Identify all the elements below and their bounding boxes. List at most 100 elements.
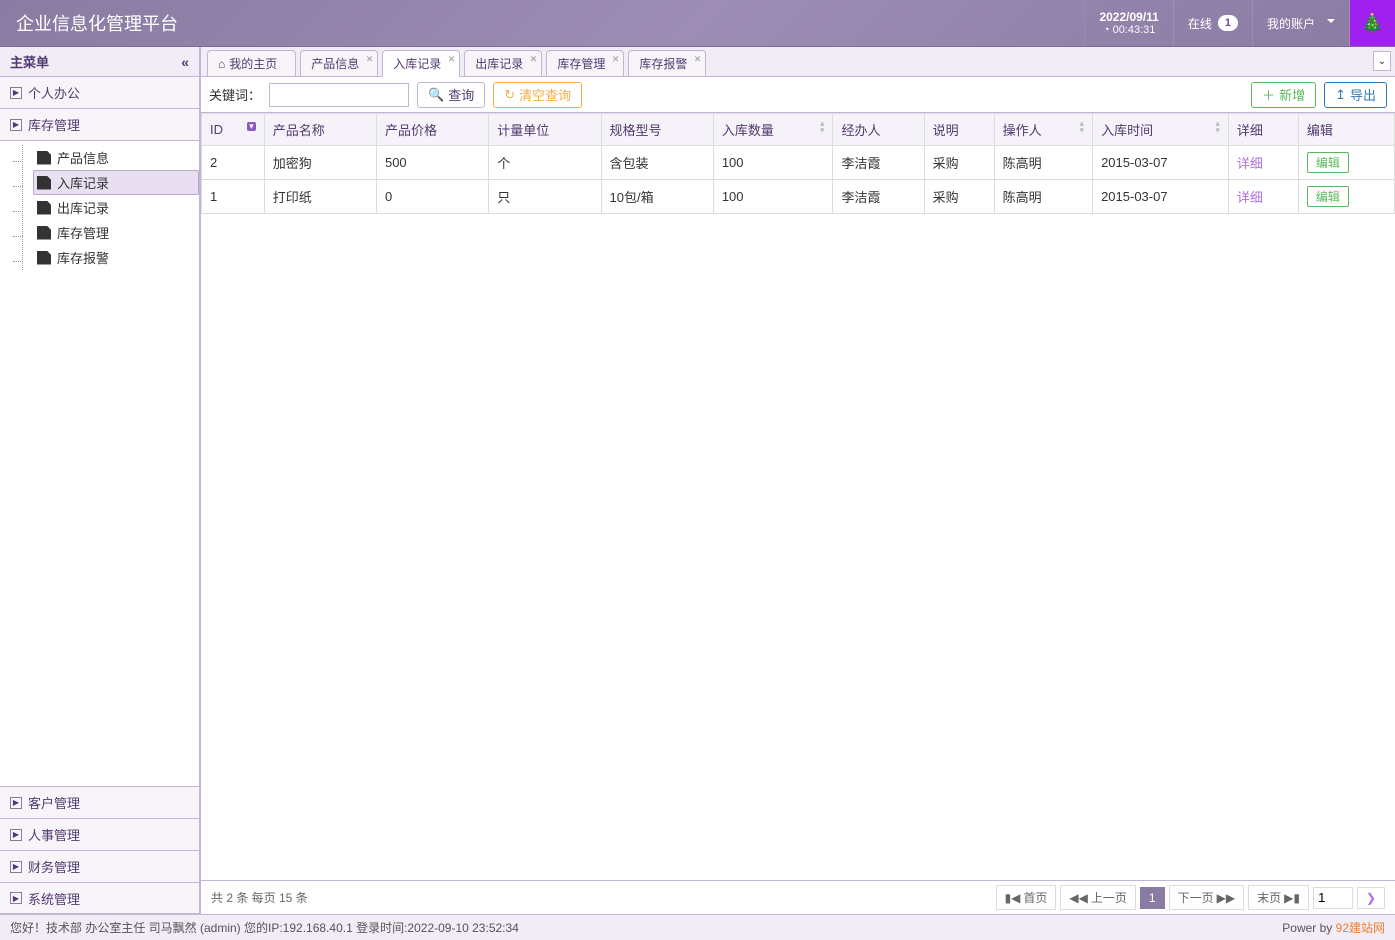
prev-icon: ◀◀	[1069, 891, 1087, 905]
main-area: 我的主页产品信息✕入库记录✕出库记录✕库存管理✕库存报警✕ ⌄ 关键词： 🔍查询…	[200, 47, 1395, 914]
tabs-bar: 我的主页产品信息✕入库记录✕出库记录✕库存管理✕库存报警✕ ⌄	[201, 47, 1395, 77]
collapse-icon[interactable]: «	[181, 54, 189, 70]
col-id[interactable]: ID▾	[202, 114, 265, 146]
col-handler: 经办人	[833, 114, 924, 146]
close-icon[interactable]: ✕	[530, 54, 538, 65]
online-cell[interactable]: 在线 1	[1173, 0, 1252, 46]
col-name: 产品名称	[264, 114, 376, 146]
col-spec: 规格型号	[601, 114, 713, 146]
file-icon	[37, 226, 51, 240]
export-button[interactable]: ↥导出	[1324, 82, 1387, 108]
go-icon: ❯	[1366, 891, 1376, 905]
sort-icon: ▴▾	[820, 120, 825, 134]
tabs-overflow-button[interactable]: ⌄	[1373, 51, 1391, 71]
table-row: 2加密狗500个含包装100李洁霞采购陈高明2015-03-07详细编辑	[202, 146, 1395, 180]
data-table: ID▾产品名称产品价格计量单位规格型号入库数量▴▾经办人说明操作人▴▾入库时间▴…	[201, 113, 1395, 214]
export-icon: ↥	[1335, 87, 1346, 103]
table-row: 1打印纸0只10包/箱100李洁霞采购陈高明2015-03-07详细编辑	[202, 180, 1395, 214]
pager-goto-input[interactable]	[1313, 887, 1353, 909]
caret-icon: ▶	[10, 861, 22, 873]
sidebar-item[interactable]: 库存管理	[33, 220, 199, 245]
detail-link[interactable]: 详细	[1237, 156, 1263, 171]
sidebar-tree: 产品信息入库记录出库记录库存管理库存报警	[0, 141, 199, 786]
edit-button[interactable]: 编辑	[1307, 152, 1349, 173]
add-button[interactable]: ＋新增	[1251, 82, 1316, 108]
col-note: 说明	[924, 114, 994, 146]
account-dropdown[interactable]: 我的账户	[1252, 0, 1349, 46]
col-price: 产品价格	[376, 114, 488, 146]
next-icon: ▶▶	[1217, 891, 1235, 905]
tree-icon: 🎄	[1361, 13, 1383, 34]
close-icon[interactable]: ✕	[366, 54, 374, 65]
refresh-icon: ↻	[504, 87, 515, 103]
table-wrap: ID▾产品名称产品价格计量单位规格型号入库数量▴▾经办人说明操作人▴▾入库时间▴…	[201, 113, 1395, 880]
caret-icon: ▶	[10, 829, 22, 841]
keyword-input[interactable]	[269, 83, 409, 107]
sidebar-group[interactable]: ▶个人办公	[0, 77, 199, 109]
first-icon: ▮◀	[1005, 891, 1021, 905]
app-header: 企业信息化管理平台 2022/09/11 ◔ 00:43:31 在线 1 我的账…	[0, 0, 1395, 47]
sidebar-item[interactable]: 出库记录	[33, 195, 199, 220]
tab[interactable]: 产品信息✕	[300, 50, 378, 76]
app-title: 企业信息化管理平台	[0, 10, 1084, 36]
col-unit: 计量单位	[489, 114, 601, 146]
sidebar-group[interactable]: ▶系统管理	[0, 882, 199, 914]
tab[interactable]: 我的主页	[207, 50, 296, 76]
menu-header: 主菜单 «	[0, 47, 199, 77]
pager-last[interactable]: 末页▶▮	[1248, 885, 1309, 910]
pager-current[interactable]: 1	[1140, 887, 1165, 909]
search-button[interactable]: 🔍查询	[417, 82, 485, 108]
online-badge: 1	[1218, 15, 1238, 31]
pager-next[interactable]: 下一页▶▶	[1169, 885, 1244, 910]
toolbar: 关键词： 🔍查询 ↻清空查询 ＋新增 ↥导出	[201, 77, 1395, 113]
keyword-label: 关键词：	[209, 85, 261, 104]
footer-right: Power by 92建站网	[1282, 919, 1385, 936]
edit-button[interactable]: 编辑	[1307, 186, 1349, 207]
sort-icon: ▾	[247, 122, 256, 131]
col-operator[interactable]: 操作人▴▾	[994, 114, 1093, 146]
pager-prev[interactable]: ◀◀上一页	[1060, 885, 1135, 910]
sidebar-group-open[interactable]: ▶ 库存管理	[0, 109, 199, 141]
clear-button[interactable]: ↻清空查询	[493, 82, 582, 108]
detail-link[interactable]: 详细	[1237, 190, 1263, 205]
col-edit: 编辑	[1298, 114, 1394, 146]
sidebar-group[interactable]: ▶客户管理	[0, 786, 199, 818]
file-icon	[37, 201, 51, 215]
caret-icon: ▶	[10, 892, 22, 904]
caret-icon: ▶	[10, 87, 22, 99]
sort-icon: ▴▾	[1080, 120, 1085, 134]
file-icon	[37, 251, 51, 265]
pager-summary: 共 2 条 每页 15 条	[211, 889, 992, 906]
close-icon[interactable]: ✕	[694, 54, 702, 65]
power-link[interactable]: 92建站网	[1336, 921, 1385, 935]
caret-icon: ▶	[10, 119, 22, 131]
file-icon	[37, 151, 51, 165]
search-icon: 🔍	[428, 87, 444, 103]
sidebar: 主菜单 « ▶个人办公 ▶ 库存管理 产品信息入库记录出库记录库存管理库存报警 …	[0, 47, 200, 914]
sidebar-group[interactable]: ▶财务管理	[0, 850, 199, 882]
tab[interactable]: 入库记录✕	[382, 50, 460, 77]
plus-icon: ＋	[1262, 85, 1275, 104]
sidebar-item[interactable]: 库存报警	[33, 245, 199, 270]
sidebar-item[interactable]: 产品信息	[33, 145, 199, 170]
clock-icon: ◔	[1103, 24, 1110, 36]
last-icon: ▶▮	[1284, 891, 1300, 905]
tab[interactable]: 库存报警✕	[628, 50, 706, 76]
pager-first[interactable]: ▮◀首页	[996, 885, 1057, 910]
col-time[interactable]: 入库时间▴▾	[1093, 114, 1229, 146]
header-right: 2022/09/11 ◔ 00:43:31 在线 1 我的账户 🎄	[1084, 0, 1395, 46]
sidebar-group[interactable]: ▶人事管理	[0, 818, 199, 850]
file-icon	[37, 176, 51, 190]
pager-bar: 共 2 条 每页 15 条 ▮◀首页 ◀◀上一页 1 下一页▶▶ 末页▶▮ ❯	[201, 880, 1395, 914]
col-qty[interactable]: 入库数量▴▾	[713, 114, 833, 146]
close-icon[interactable]: ✕	[612, 54, 620, 65]
tab[interactable]: 出库记录✕	[464, 50, 542, 76]
pager-go[interactable]: ❯	[1357, 887, 1385, 909]
caret-icon: ▶	[10, 797, 22, 809]
sidebar-item[interactable]: 入库记录	[33, 170, 199, 195]
footer: 您好！技术部 办公室主任 司马飘然 (admin) 您的IP:192.168.4…	[0, 914, 1395, 940]
tab[interactable]: 库存管理✕	[546, 50, 624, 76]
theme-button[interactable]: 🎄	[1349, 0, 1395, 46]
col-detail: 详细	[1228, 114, 1298, 146]
close-icon[interactable]: ✕	[448, 54, 456, 65]
